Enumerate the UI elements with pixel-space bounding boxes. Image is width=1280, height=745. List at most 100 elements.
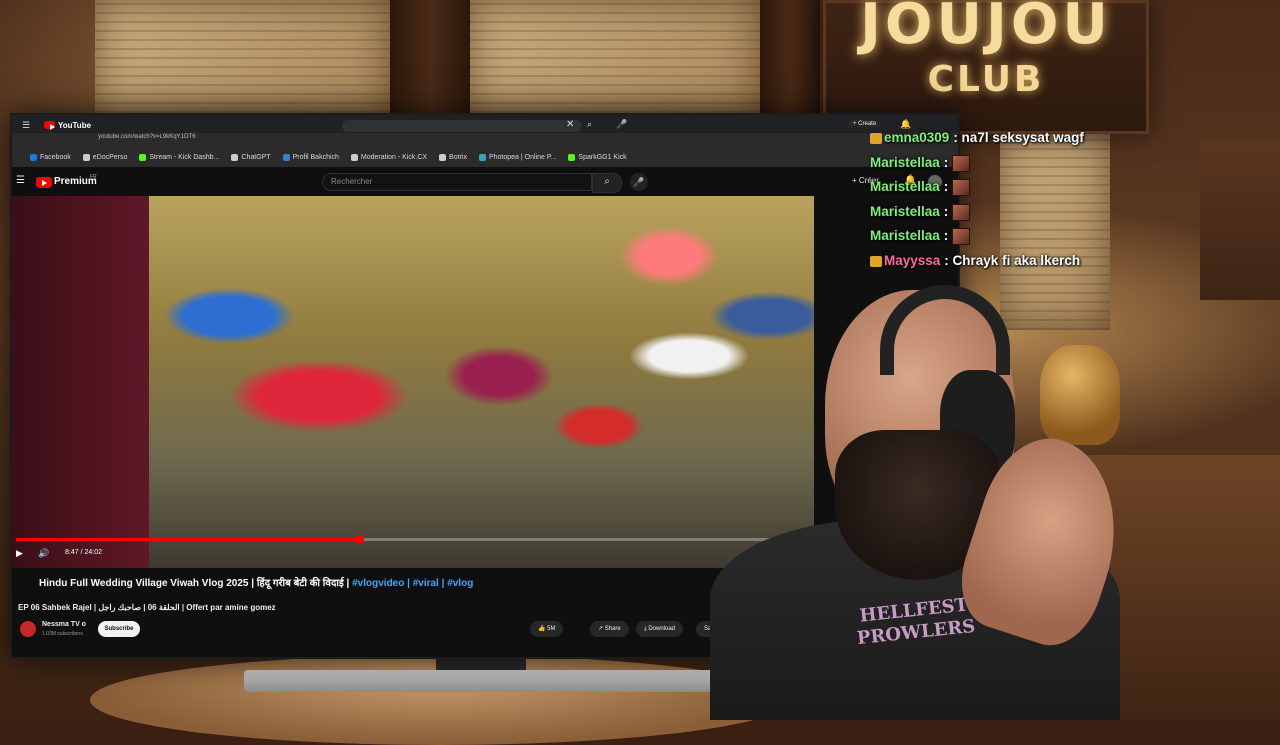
chat-emote-icon — [952, 228, 971, 246]
browser-tab-label[interactable]: YouTube — [58, 121, 91, 130]
wooden-beam — [760, 0, 820, 113]
search-icon[interactable]: ⌕ — [587, 119, 592, 130]
channel-subscribers: 1.03M subscribers — [42, 631, 83, 637]
close-icon[interactable]: ✕ — [566, 119, 574, 130]
video-letterbox — [12, 196, 149, 568]
notifications-icon[interactable]: 🔔 — [900, 119, 911, 130]
chat-username[interactable]: Maristellaa — [870, 155, 940, 170]
video-player[interactable] — [149, 196, 814, 568]
download-button[interactable]: ⤓ Download — [636, 621, 684, 637]
video-title-hashtags[interactable]: #vlogvideo | #viral | #vlog — [352, 578, 473, 589]
create-button[interactable]: + Create — [848, 120, 882, 128]
address-bar[interactable]: youtube.com/watch?v=L9kKqY1OT6 — [12, 133, 958, 147]
overlay-subtitle: EP 06 Sahbek Rajel | الحلقة 06 | صاحبك ر… — [18, 603, 276, 612]
youtube-logo-icon — [44, 121, 55, 130]
bookmark-icon — [30, 153, 37, 161]
chat-text: : — [943, 179, 949, 195]
sign-subtitle: CLUB — [927, 59, 1045, 100]
bookmark-label: Photopea | Online P... — [488, 153, 557, 161]
channel-name[interactable]: Nessma TV o — [42, 621, 86, 628]
url-text[interactable]: youtube.com/watch?v=L9kKqY1OT6 — [98, 134, 196, 140]
search-input[interactable]: Rechercher — [322, 173, 592, 191]
voice-search-icon[interactable]: 🎤 — [630, 173, 648, 191]
chat-emote-icon — [952, 154, 971, 172]
bookmark-icon — [139, 153, 147, 161]
bookmark-label: ChatGPT — [241, 153, 271, 161]
search-icon: ⌕ — [604, 176, 610, 187]
chat-text: : Chrayk fi aka lkerch — [944, 253, 1081, 268]
bookmark-icon — [478, 153, 486, 161]
volume-icon[interactable]: 🔊 — [38, 548, 49, 559]
chat-message: Mayyssa : Chrayk fi aka lkerch — [870, 253, 1080, 268]
video-title[interactable]: Hindu Full Wedding Village Viwah Vlog 20… — [39, 575, 473, 589]
newspaper-wall-left — [95, 0, 390, 113]
chat-emote-icon — [952, 203, 971, 221]
bookmark-icon — [231, 153, 239, 161]
chat-message: Maristellaa: — [870, 228, 971, 246]
wooden-beam — [390, 0, 470, 113]
chat-username[interactable]: Mayyssa — [884, 253, 940, 268]
bookmark-label: Facebook — [40, 153, 71, 161]
bookmarks-bar: Facebook eDocPerso Stream - Kick Dashb... C… — [12, 147, 958, 167]
bookmark-icon — [82, 153, 90, 161]
bookmark-icon — [568, 153, 576, 161]
time-display: 8:47 / 24:02 — [65, 549, 102, 556]
bookmark-item[interactable]: eDocPerso — [82, 153, 128, 161]
bookmark-label: Botrix — [449, 153, 467, 161]
omnibox[interactable] — [342, 120, 582, 132]
monitor-stand — [244, 670, 719, 692]
chat-username[interactable]: emna0309 — [884, 130, 949, 145]
sign-title: JOUJOU — [860, 0, 1112, 57]
hamburger-menu-icon[interactable]: ☰ — [16, 175, 25, 186]
channel-avatar[interactable] — [20, 621, 36, 637]
search-button[interactable]: ⌕ — [592, 173, 622, 193]
newspaper-wall-right — [1000, 130, 1110, 330]
bookmark-label: Stream - Kick Dashb... — [149, 153, 220, 161]
bookmark-item[interactable]: Profil Bakchich — [282, 153, 339, 161]
chat-message: Maristellaa: — [870, 154, 971, 172]
scrubber-handle[interactable] — [355, 535, 365, 544]
bookmark-icon — [439, 153, 447, 161]
crown-badge-icon — [870, 255, 882, 267]
video-title-text: Hindu Full Wedding Village Viwah Vlog 20… — [39, 578, 353, 589]
bookmark-label: eDocPerso — [92, 153, 128, 161]
bookmark-label: Moderation - Kick.CX — [360, 153, 428, 161]
play-icon[interactable]: ▶ — [16, 548, 23, 559]
bookmark-label: SparkGG1 Kick — [578, 153, 627, 161]
share-button[interactable]: ↗ Share — [590, 621, 629, 637]
chat-username[interactable]: Maristellaa — [870, 228, 940, 243]
chat-username[interactable]: Maristellaa — [870, 179, 940, 194]
chat-message: Maristellaa: — [870, 179, 971, 197]
bookmark-label: Profil Bakchich — [292, 153, 339, 161]
menu-icon[interactable]: ☰ — [22, 120, 30, 131]
bookmark-item[interactable]: Stream - Kick Dashb... — [139, 153, 220, 161]
chat-text: : — [943, 228, 949, 244]
bookmark-item[interactable]: Photopea | Online P... — [478, 153, 557, 161]
chat-emote-icon — [952, 179, 971, 197]
bookmark-item[interactable]: ChatGPT — [231, 153, 271, 161]
region-label: FR — [90, 174, 97, 180]
create-label: Create — [858, 121, 877, 127]
progress-fill — [16, 538, 360, 541]
chat-message: Maristellaa: — [870, 203, 971, 221]
bookmark-item[interactable]: Moderation - Kick.CX — [350, 153, 428, 161]
chat-username[interactable]: Maristellaa — [870, 204, 940, 219]
bookmark-item[interactable]: Botrix — [439, 153, 467, 161]
like-button[interactable]: 👍 5M — [530, 621, 564, 637]
youtube-header: ☰ Premium FR Rechercher ⌕ 🎤 + Créer 🔔 — [12, 169, 958, 195]
bookmark-item[interactable]: Facebook — [30, 153, 71, 161]
chat-text: : na7l seksysat wagf — [953, 130, 1084, 145]
youtube-premium-logo-icon[interactable] — [36, 177, 52, 188]
bookmark-icon — [282, 153, 290, 161]
bookmark-icon — [350, 153, 358, 161]
crown-badge-icon — [870, 132, 882, 144]
chat-text: : — [943, 154, 949, 170]
chat-text: : — [943, 203, 949, 219]
subscribe-button[interactable]: Subscribe — [98, 621, 140, 637]
teapot — [1040, 345, 1120, 445]
mic-icon[interactable]: 🎤 — [616, 119, 627, 130]
progress-bar[interactable] — [16, 535, 796, 544]
shelf — [1200, 140, 1280, 300]
bookmark-item[interactable]: SparkGG1 Kick — [568, 153, 627, 161]
chat-message: emna0309 : na7l seksysat wagf — [870, 130, 1084, 145]
